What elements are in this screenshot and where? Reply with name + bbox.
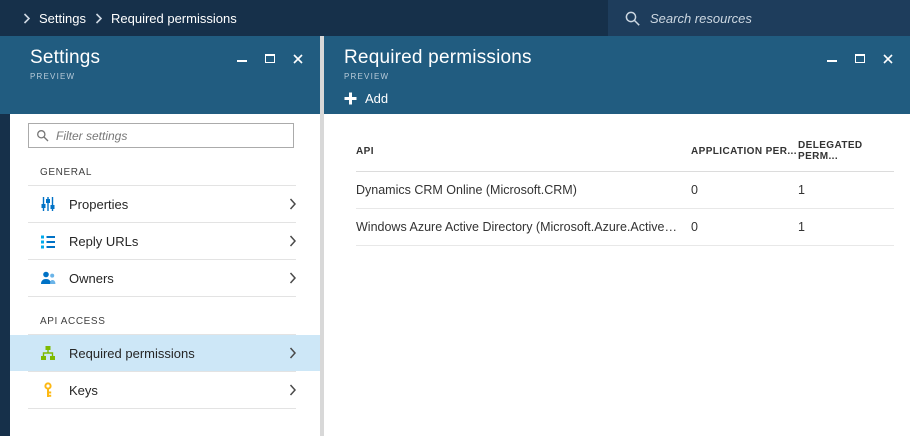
sidebar-item-label: Reply URLs [69,234,138,249]
blade-container: Settings PREVIEW GENERAL [0,36,910,436]
section-label-api-access: API ACCESS [40,316,320,327]
column-header-delegated-permissions: DELEGATED PERM... [798,140,894,162]
delegated-permissions-cell: 1 [798,220,894,234]
application-permissions-cell: 0 [691,220,798,234]
minimize-icon[interactable] [826,52,838,64]
table-row[interactable]: Dynamics CRM Online (Microsoft.CRM) 0 1 [356,172,894,209]
column-header-application-permissions: APPLICATION PER... [691,146,798,157]
add-button[interactable]: Add [344,91,414,106]
table-header-row: API APPLICATION PER... DELEGATED PERM... [356,130,894,172]
sidebar-item-owners[interactable]: Owners [10,260,320,296]
blade-accent-strip [0,114,10,436]
add-button-label: Add [365,91,388,106]
filter-settings-box[interactable] [28,123,294,148]
minimize-icon[interactable] [236,52,248,64]
sidebar-item-keys[interactable]: Keys [10,372,320,408]
top-navigation-bar: Settings Required permissions [0,0,910,36]
chevron-right-icon [289,272,296,284]
permissions-blade-body: API APPLICATION PER... DELEGATED PERM...… [324,114,910,436]
sidebar-item-reply-urls[interactable]: Reply URLs [10,223,320,259]
search-icon [624,10,641,27]
permissions-window-controls [826,52,894,64]
maximize-icon[interactable] [854,52,866,64]
chevron-right-icon [289,235,296,247]
close-icon[interactable] [292,52,304,64]
chevron-right-icon [289,347,296,359]
required-permissions-icon [40,345,56,361]
api-name-cell: Dynamics CRM Online (Microsoft.CRM) [356,183,691,197]
permissions-blade-header: Required permissions PREVIEW Add [324,36,910,114]
breadcrumb-separator-icon [95,13,102,24]
breadcrumb-item-settings[interactable]: Settings [39,11,86,26]
chevron-right-icon [289,198,296,210]
table-row[interactable]: Windows Azure Active Directory (Microsof… [356,209,894,246]
filter-settings-input[interactable] [56,129,286,143]
divider [28,408,296,409]
sidebar-item-required-permissions[interactable]: Required permissions [10,335,320,371]
owners-icon [40,270,56,286]
maximize-icon[interactable] [264,52,276,64]
permissions-table: API APPLICATION PER... DELEGATED PERM...… [356,130,894,246]
settings-blade-header: Settings PREVIEW [0,36,320,114]
section-label-general: GENERAL [40,167,320,178]
delegated-permissions-cell: 1 [798,183,894,197]
keys-icon [40,382,56,398]
close-icon[interactable] [882,52,894,64]
plus-icon [344,92,357,105]
search-resources-input[interactable] [650,11,880,26]
filter-search-icon [36,129,49,142]
breadcrumb-chevron-icon [23,13,30,24]
permissions-preview-badge: PREVIEW [344,72,896,81]
api-name-cell: Windows Azure Active Directory (Microsof… [356,220,691,234]
settings-blade: Settings PREVIEW GENERAL [0,36,320,436]
properties-icon [40,196,56,212]
sidebar-item-label: Owners [69,271,114,286]
column-header-api: API [356,146,691,157]
settings-blade-body: GENERAL Properties [0,114,320,436]
reply-urls-icon [40,233,56,249]
global-search[interactable] [608,0,910,36]
sidebar-item-label: Keys [69,383,98,398]
permissions-blade-title: Required permissions [344,47,896,69]
application-permissions-cell: 0 [691,183,798,197]
settings-preview-badge: PREVIEW [30,72,306,81]
sidebar-item-properties[interactable]: Properties [10,186,320,222]
divider [28,296,296,297]
sidebar-item-label: Required permissions [69,346,195,361]
settings-window-controls [236,52,304,64]
breadcrumb-item-required-permissions[interactable]: Required permissions [111,11,237,26]
sidebar-item-label: Properties [69,197,128,212]
chevron-right-icon [289,384,296,396]
required-permissions-blade: Required permissions PREVIEW Add API APP… [324,36,910,436]
